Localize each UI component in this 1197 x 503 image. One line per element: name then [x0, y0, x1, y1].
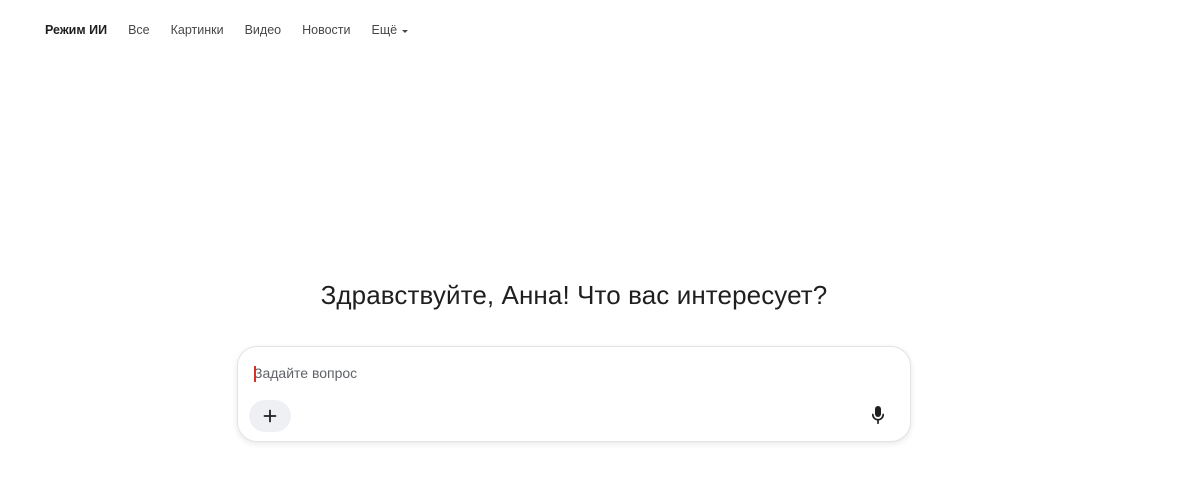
tab-videos[interactable]: Видео [245, 20, 282, 40]
ai-search-box [237, 346, 911, 442]
chevron-down-icon [402, 29, 409, 33]
voice-search-button[interactable] [866, 403, 890, 427]
ask-question-input[interactable] [254, 361, 874, 385]
text-cursor [254, 366, 256, 382]
tab-ai-mode[interactable]: Режим ИИ [45, 20, 107, 40]
greeting-heading: Здравствуйте, Анна! Что вас интересует? [320, 280, 828, 310]
search-tabs: Режим ИИ Все Картинки Видео Новости Ещё [45, 20, 429, 40]
tab-news[interactable]: Новости [302, 20, 350, 40]
add-attachment-button[interactable] [249, 400, 291, 432]
plus-icon [263, 409, 277, 423]
tab-more-label: Ещё [371, 23, 398, 37]
tab-all[interactable]: Все [128, 20, 150, 40]
tab-images[interactable]: Картинки [171, 20, 224, 40]
tab-more[interactable]: Ещё [372, 20, 409, 40]
microphone-icon [871, 406, 885, 425]
